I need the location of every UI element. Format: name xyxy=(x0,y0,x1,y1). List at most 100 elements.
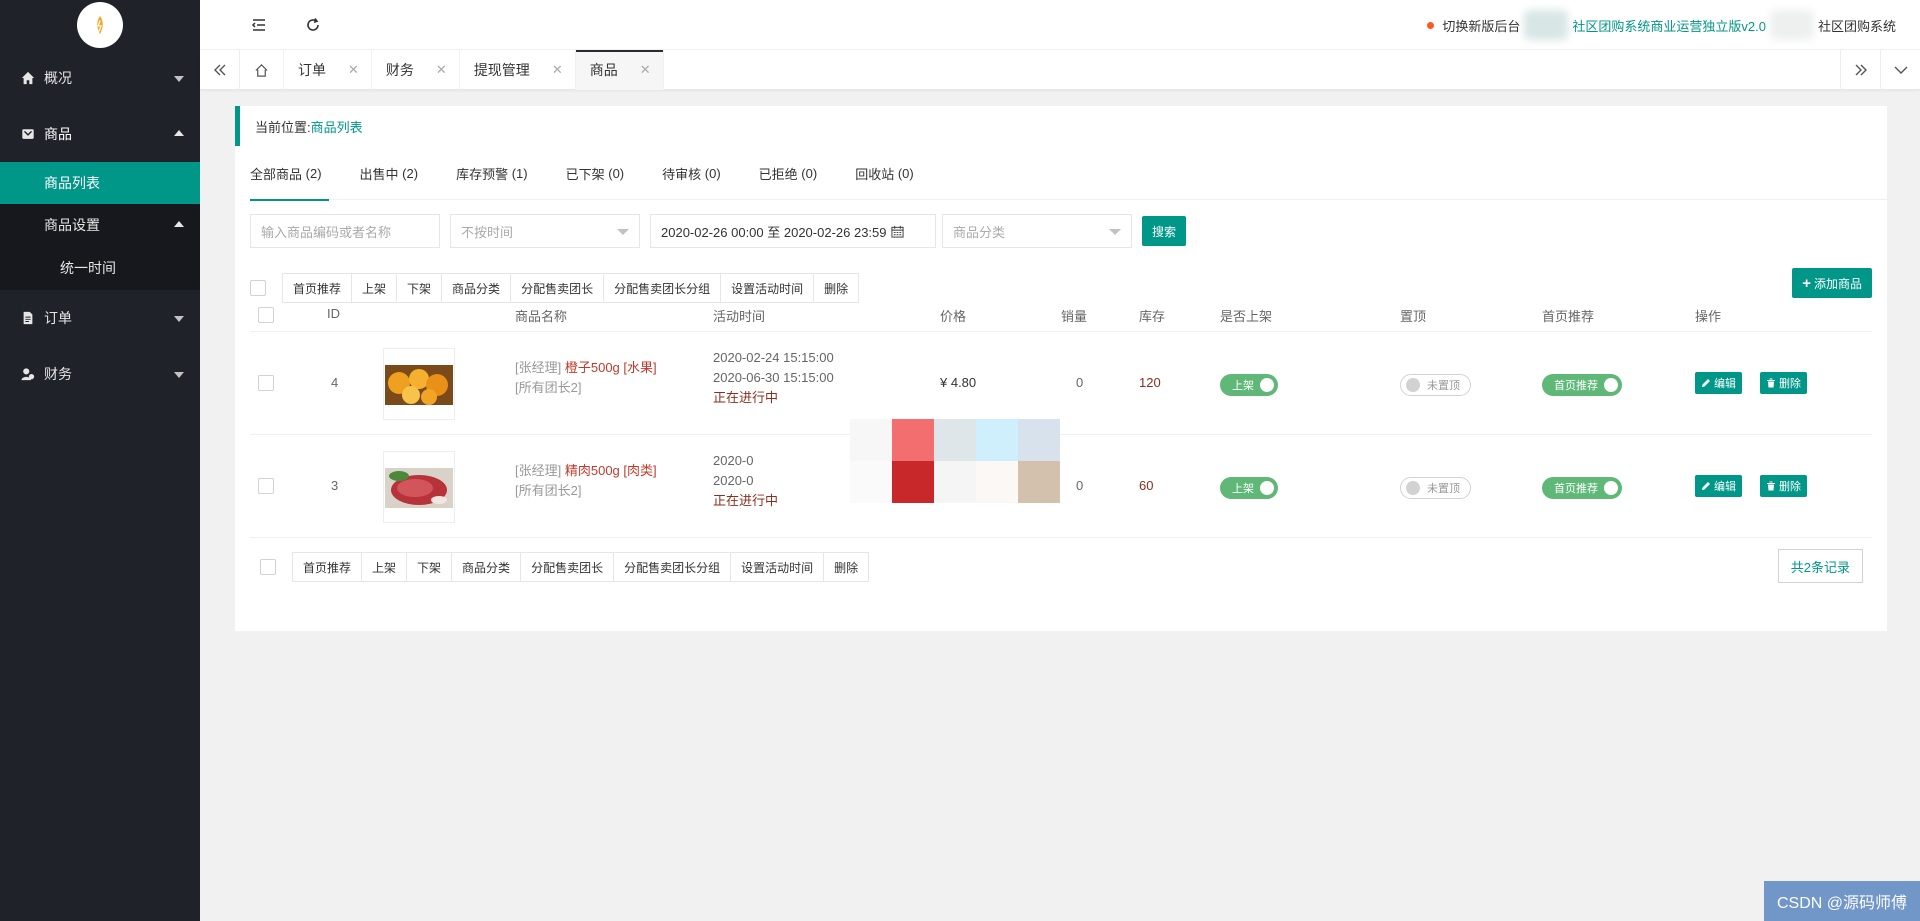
refresh-icon[interactable] xyxy=(302,14,324,36)
tab-pending-review[interactable]: 待审核 (0) xyxy=(662,146,721,200)
col-price: 价格 xyxy=(940,309,967,324)
sidebar-item-overview[interactable]: 概况 xyxy=(0,50,200,106)
col-sales: 销量 xyxy=(1061,309,1088,324)
set-activity-time-button[interactable]: 设置活动时间 xyxy=(731,553,825,581)
activity-status: 正在进行中 xyxy=(713,390,779,405)
close-icon[interactable]: ✕ xyxy=(348,62,359,78)
tab-on-sale[interactable]: 出售中 (2) xyxy=(360,146,419,200)
delete-row-button[interactable]: 删除 xyxy=(1760,475,1807,497)
delete-button[interactable]: 删除 xyxy=(824,553,869,581)
switch-new-admin-link[interactable]: 切换新版后台 xyxy=(1442,16,1520,35)
select-all-checkbox[interactable] xyxy=(250,280,266,296)
tabs-dropdown-icon[interactable] xyxy=(1880,50,1920,90)
blurred-region xyxy=(1524,10,1569,40)
row-checkbox[interactable] xyxy=(258,478,274,494)
row-id: 3 xyxy=(331,478,339,493)
pin-top-toggle[interactable]: 未置顶 xyxy=(1400,374,1471,396)
close-icon[interactable]: ✕ xyxy=(436,62,447,78)
date-range-value: 2020-02-26 00:00 至 2020-02-26 23:59 xyxy=(661,224,887,240)
batch-toolbar-bottom: 首页推荐 上架 下架 商品分类 分配售卖团长 分配售卖团长分组 设置活动时间 删… xyxy=(260,552,870,582)
leader-scope: [所有团长2] xyxy=(515,483,582,498)
col-stock: 库存 xyxy=(1139,309,1166,324)
select-all-checkbox[interactable] xyxy=(260,559,276,575)
tab-label: 订单 xyxy=(298,62,326,78)
tab-order[interactable]: 订单 ✕ xyxy=(284,50,372,90)
delete-label: 删除 xyxy=(1779,481,1801,493)
chevron-down-icon xyxy=(617,229,629,235)
edit-button[interactable]: 编辑 xyxy=(1695,372,1742,394)
col-on-sale: 是否上架 xyxy=(1220,309,1273,324)
chevron-down-icon xyxy=(1109,229,1121,235)
order-icon xyxy=(20,310,36,326)
manager-tag: [张经理] xyxy=(515,463,562,478)
tabs-scroll-right-icon[interactable] xyxy=(1840,50,1880,90)
tab-rejected[interactable]: 已拒绝 (0) xyxy=(759,146,818,200)
watermark: CSDN @源码师傅 xyxy=(1764,881,1920,921)
on-sale-toggle[interactable]: 上架 xyxy=(1220,374,1278,396)
start-time: 2020-02-24 15:15:00 xyxy=(713,350,834,365)
status-tabs: 全部商品 (2) 出售中 (2) 库存预警 (1) 已下架 (0) 待审核 (0… xyxy=(250,146,1887,201)
header-checkbox[interactable] xyxy=(258,307,274,323)
sidebar-item-order[interactable]: 订单 xyxy=(0,290,200,346)
select-value: 不按时间 xyxy=(461,224,514,240)
tab-goods[interactable]: 商品 ✕ xyxy=(575,50,664,90)
close-icon[interactable]: ✕ xyxy=(640,62,651,78)
tab-stock-warning[interactable]: 库存预警 (1) xyxy=(456,146,528,200)
row-checkbox[interactable] xyxy=(258,375,274,391)
tab-home[interactable] xyxy=(240,50,284,90)
recommend-button[interactable]: 首页推荐 xyxy=(293,553,363,581)
recommend-toggle[interactable]: 首页推荐 xyxy=(1542,477,1622,499)
edit-label: 编辑 xyxy=(1714,378,1736,390)
on-shelf-button[interactable]: 上架 xyxy=(362,553,408,581)
activity-time-cell: 2020-0 2020-0 正在进行中 xyxy=(713,451,778,511)
tab-off-shelf[interactable]: 已下架 (0) xyxy=(566,146,625,200)
breadcrumb-current[interactable]: 商品列表 xyxy=(311,117,363,136)
add-goods-label: 添加商品 xyxy=(1813,276,1862,291)
pin-top-toggle[interactable]: 未置顶 xyxy=(1400,477,1471,499)
sidebar-item-goods[interactable]: 商品 xyxy=(0,106,200,162)
edit-button[interactable]: 编辑 xyxy=(1695,475,1742,497)
chevron-down-icon xyxy=(174,372,184,378)
col-recommend: 首页推荐 xyxy=(1542,309,1595,324)
end-time: 2020-06-30 15:15:00 xyxy=(713,370,834,385)
recommend-toggle[interactable]: 首页推荐 xyxy=(1542,374,1622,396)
delete-label: 删除 xyxy=(1779,378,1801,390)
keyword-input[interactable]: 输入商品编码或者名称 xyxy=(250,214,440,248)
product-name[interactable]: 橙子500g [水果] xyxy=(565,360,657,375)
category-select[interactable]: 商品分类 xyxy=(942,214,1132,248)
menu-collapse-icon[interactable] xyxy=(248,14,270,36)
search-button[interactable]: 搜索 xyxy=(1142,216,1187,246)
goods-panel: 全部商品 (2) 出售中 (2) 库存预警 (1) 已下架 (0) 待审核 (0… xyxy=(235,146,1887,631)
sidebar-item-label: 概况 xyxy=(44,70,72,86)
add-goods-button[interactable]: + 添加商品 xyxy=(1792,268,1872,298)
tab-all-goods[interactable]: 全部商品 (2) xyxy=(250,146,329,201)
system-link[interactable]: 社区团购系统商业运营独立版v2.0 xyxy=(1572,16,1766,35)
date-range-input[interactable]: 2020-02-26 00:00 至 2020-02-26 23:59 xyxy=(650,214,936,248)
time-select[interactable]: 不按时间 xyxy=(450,214,640,248)
sidebar-item-unify-time[interactable]: 统一时间 xyxy=(0,246,200,290)
leader-scope: [所有团长2] xyxy=(515,380,582,395)
on-sale-toggle[interactable]: 上架 xyxy=(1220,477,1278,499)
product-name[interactable]: 精肉500g [肉类] xyxy=(565,463,657,478)
assign-leader-group-button[interactable]: 分配售卖团长分组 xyxy=(614,553,732,581)
tab-finance[interactable]: 财务 ✕ xyxy=(372,50,460,90)
close-icon[interactable]: ✕ xyxy=(552,62,563,78)
sidebar-item-finance[interactable]: 财务 xyxy=(0,346,200,402)
home-icon xyxy=(20,70,36,86)
assign-leader-button[interactable]: 分配售卖团长 xyxy=(521,553,615,581)
tabs-scroll-left-icon[interactable] xyxy=(200,50,240,90)
off-shelf-button[interactable]: 下架 xyxy=(407,553,453,581)
breadcrumb: 当前位置: 商品列表 xyxy=(235,106,1887,146)
category-button[interactable]: 商品分类 xyxy=(452,553,522,581)
delete-row-button[interactable]: 删除 xyxy=(1760,372,1807,394)
tab-recycle-bin[interactable]: 回收站 (0) xyxy=(855,146,914,200)
header-right: 切换新版后台 社区团购系统商业运营独立版v2.0 社区团购系统 xyxy=(1427,0,1896,50)
sidebar-item-label: 商品 xyxy=(44,126,72,142)
tab-label: 提现管理 xyxy=(473,62,530,78)
stock: 60 xyxy=(1139,478,1154,493)
tab-withdraw[interactable]: 提现管理 ✕ xyxy=(460,50,576,90)
sidebar-item-goods-list[interactable]: 商品列表 xyxy=(0,162,200,204)
sidebar-item-goods-settings[interactable]: 商品设置 xyxy=(0,204,200,246)
system-name: 社区团购系统 xyxy=(1817,18,1896,34)
sidebar-submenu-goods: 商品列表 商品设置 统一时间 xyxy=(0,162,200,290)
